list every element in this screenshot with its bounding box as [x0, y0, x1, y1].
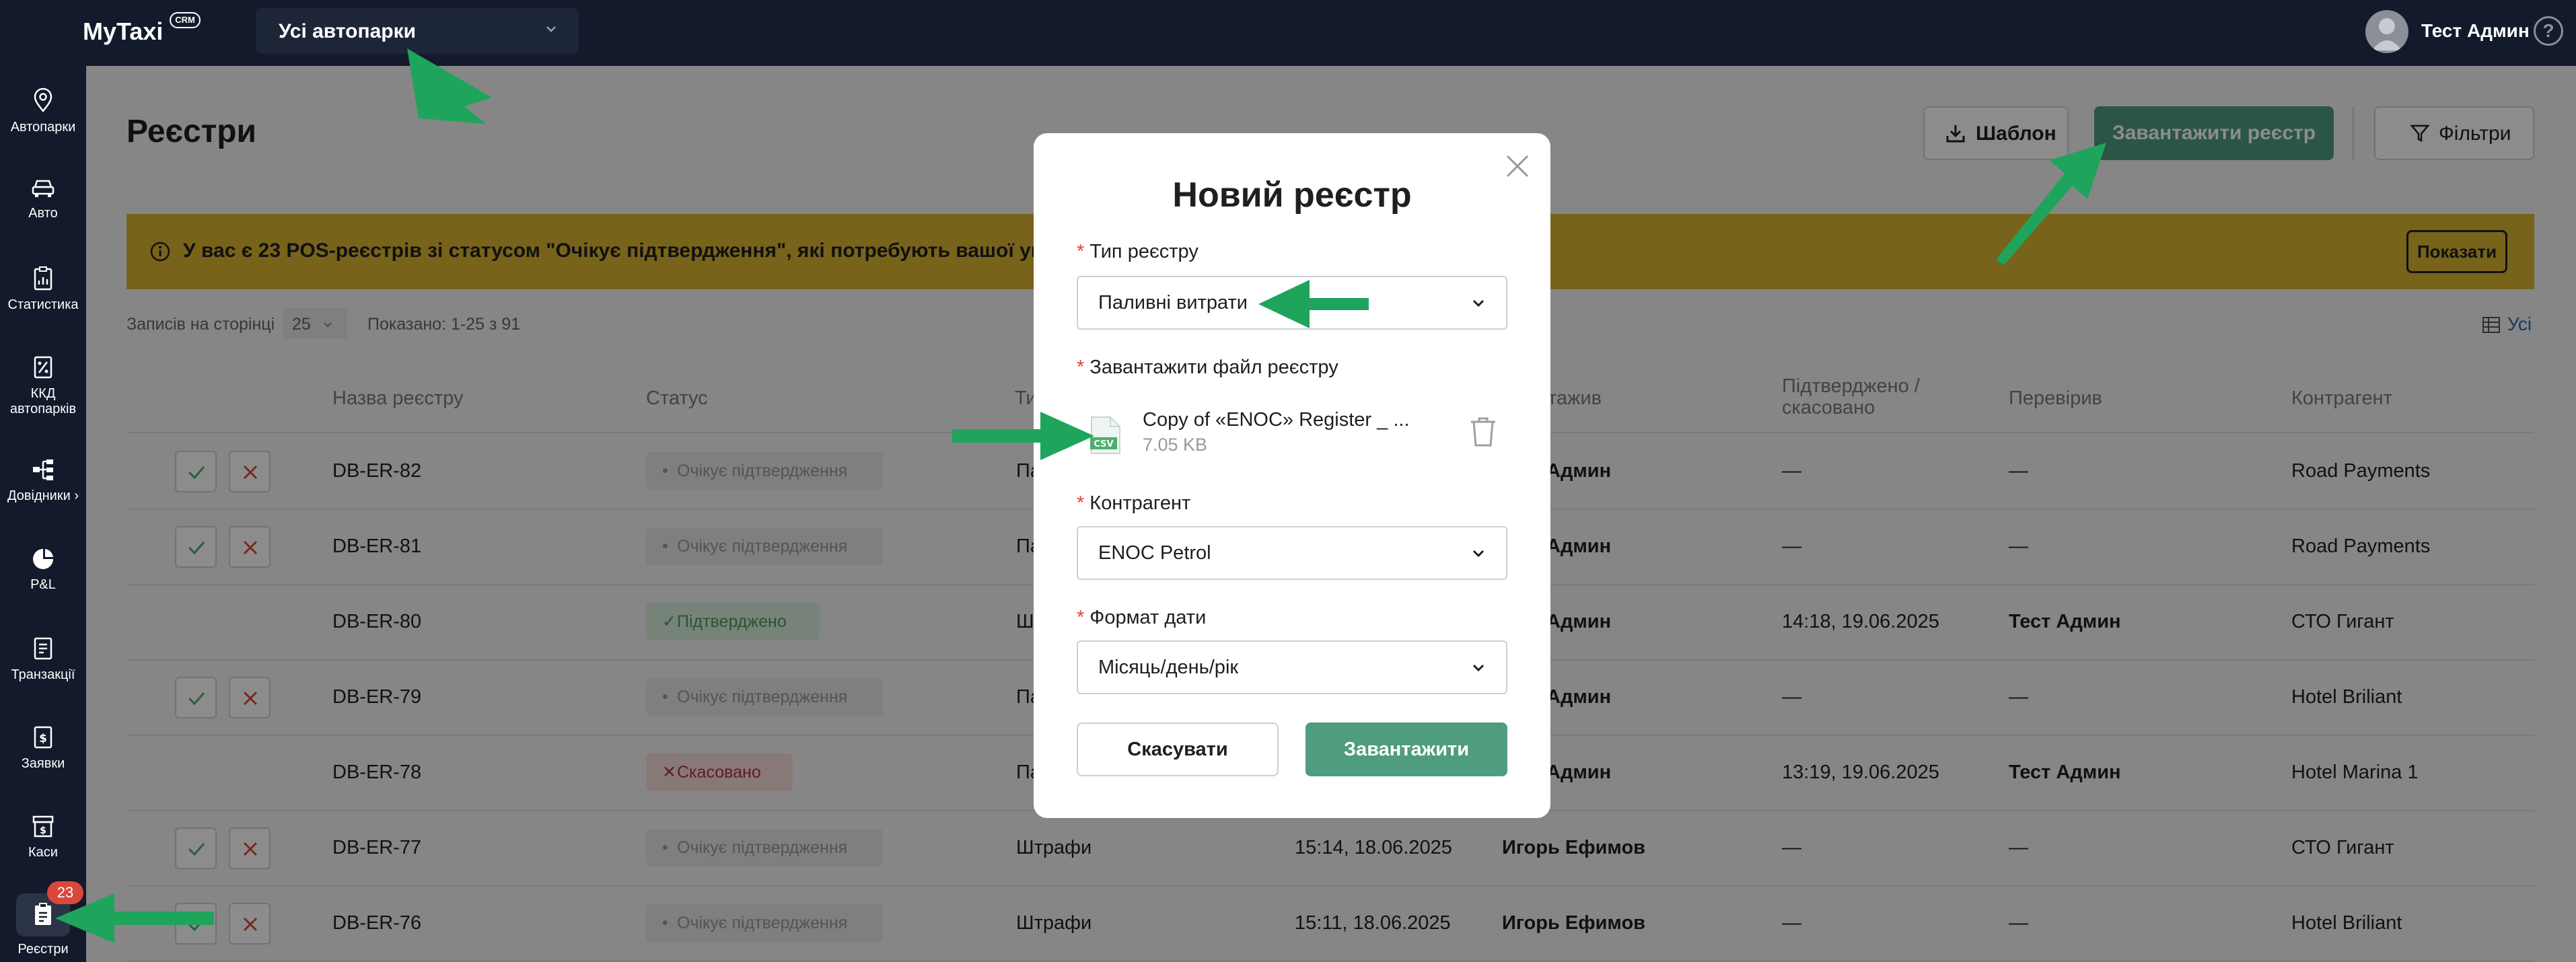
- counterparty-value: ENOC Petrol: [1098, 542, 1211, 564]
- chevron-down-icon: [1470, 659, 1487, 682]
- notification-badge: 23: [47, 881, 83, 904]
- pie-chart-icon: [32, 548, 55, 570]
- chevron-down-icon: [544, 22, 559, 40]
- sidebar-item-label: P&L: [30, 577, 56, 592]
- register-type-select[interactable]: Паливні витрати: [1077, 276, 1507, 330]
- svg-text:$: $: [39, 732, 47, 745]
- sidebar-item-pnl[interactable]: P&L: [0, 548, 86, 593]
- sidebar-item-label: Каси: [28, 845, 58, 860]
- csv-file-icon: CSV: [1089, 416, 1122, 458]
- sidebar-item-label: Довідники ›: [7, 488, 79, 503]
- percent-doc-icon: [33, 355, 53, 379]
- register-type-label: * Тип реєстру: [1077, 241, 1198, 262]
- car-icon: [31, 178, 55, 199]
- svg-text:CSV: CSV: [1094, 439, 1113, 449]
- sidebar-item-label: ККД автопарків: [9, 386, 77, 416]
- sidebar-item-kpi[interactable]: ККД автопарків: [0, 355, 86, 417]
- register-type-value: Паливні витрати: [1098, 292, 1248, 313]
- hierarchy-icon: [31, 457, 55, 482]
- chevron-down-icon: [1470, 545, 1487, 568]
- transactions-icon: [33, 636, 53, 661]
- sidebar-item-directories[interactable]: Довідники ›: [0, 457, 86, 504]
- register-icon: [33, 903, 53, 927]
- date-format-label: * Формат дати: [1077, 607, 1207, 628]
- sidebar-item-label: Автопарки: [10, 120, 76, 135]
- uploaded-file-size: 7.05 KB: [1143, 435, 1208, 455]
- crm-badge: CRM: [170, 12, 201, 28]
- sidebar-item-fleets[interactable]: Автопарки: [0, 87, 86, 135]
- submit-upload-button[interactable]: Завантажити: [1305, 723, 1507, 776]
- sidebar-item-label: Транзакції: [11, 667, 75, 682]
- uploaded-file-name: Copy of «ENOC» Register _ ...: [1143, 409, 1410, 431]
- top-bar: MyTaxi CRM Усі автопарки Тест Админ ?: [0, 0, 2576, 66]
- help-icon[interactable]: ?: [2534, 16, 2563, 46]
- date-format-select[interactable]: Місяць/день/рік: [1077, 640, 1507, 694]
- date-format-value: Місяць/день/рік: [1098, 657, 1239, 678]
- sidebar-item-cash-desks[interactable]: $ Каси: [0, 814, 86, 860]
- fleet-select-value: Усі автопарки: [279, 20, 417, 42]
- trash-icon[interactable]: [1468, 416, 1498, 451]
- map-pin-icon: [33, 87, 53, 113]
- sidebar-item-requests[interactable]: $ Заявки: [0, 725, 86, 772]
- clipboard-chart-icon: [33, 266, 53, 291]
- money-doc-icon: $: [33, 725, 53, 749]
- sidebar-item-label: Реєстри: [17, 942, 69, 957]
- sidebar-item-statistics[interactable]: Статистика: [0, 266, 86, 313]
- modal-title: Новий реєстр: [1172, 176, 1412, 215]
- avatar[interactable]: [2365, 10, 2408, 53]
- sidebar-item-transactions[interactable]: Транзакції: [0, 636, 86, 683]
- cash-register-icon: $: [32, 814, 55, 838]
- fleet-select[interactable]: Усі автопарки: [256, 8, 579, 54]
- new-register-modal: Новий реєстр * Тип реєстру Паливні витрат…: [1034, 133, 1550, 818]
- svg-text:$: $: [40, 825, 46, 836]
- sidebar-item-registers[interactable]: Реєстри: [0, 903, 86, 957]
- file-upload-label: * Завантажити файл реєстру: [1077, 357, 1338, 378]
- counterparty-label: * Контрагент: [1077, 492, 1191, 514]
- counterparty-select[interactable]: ENOC Petrol: [1077, 526, 1507, 580]
- app-logo[interactable]: MyTaxi: [83, 17, 163, 46]
- sidebar-item-cars[interactable]: Авто: [0, 178, 86, 221]
- sidebar-item-label: Авто: [28, 206, 58, 221]
- sidebar-item-label: Заявки: [21, 756, 65, 771]
- chevron-down-icon: [1470, 295, 1487, 318]
- user-name[interactable]: Тест Админ: [2421, 20, 2530, 42]
- cancel-button[interactable]: Скасувати: [1077, 723, 1279, 776]
- sidebar-item-label: Статистика: [7, 297, 79, 312]
